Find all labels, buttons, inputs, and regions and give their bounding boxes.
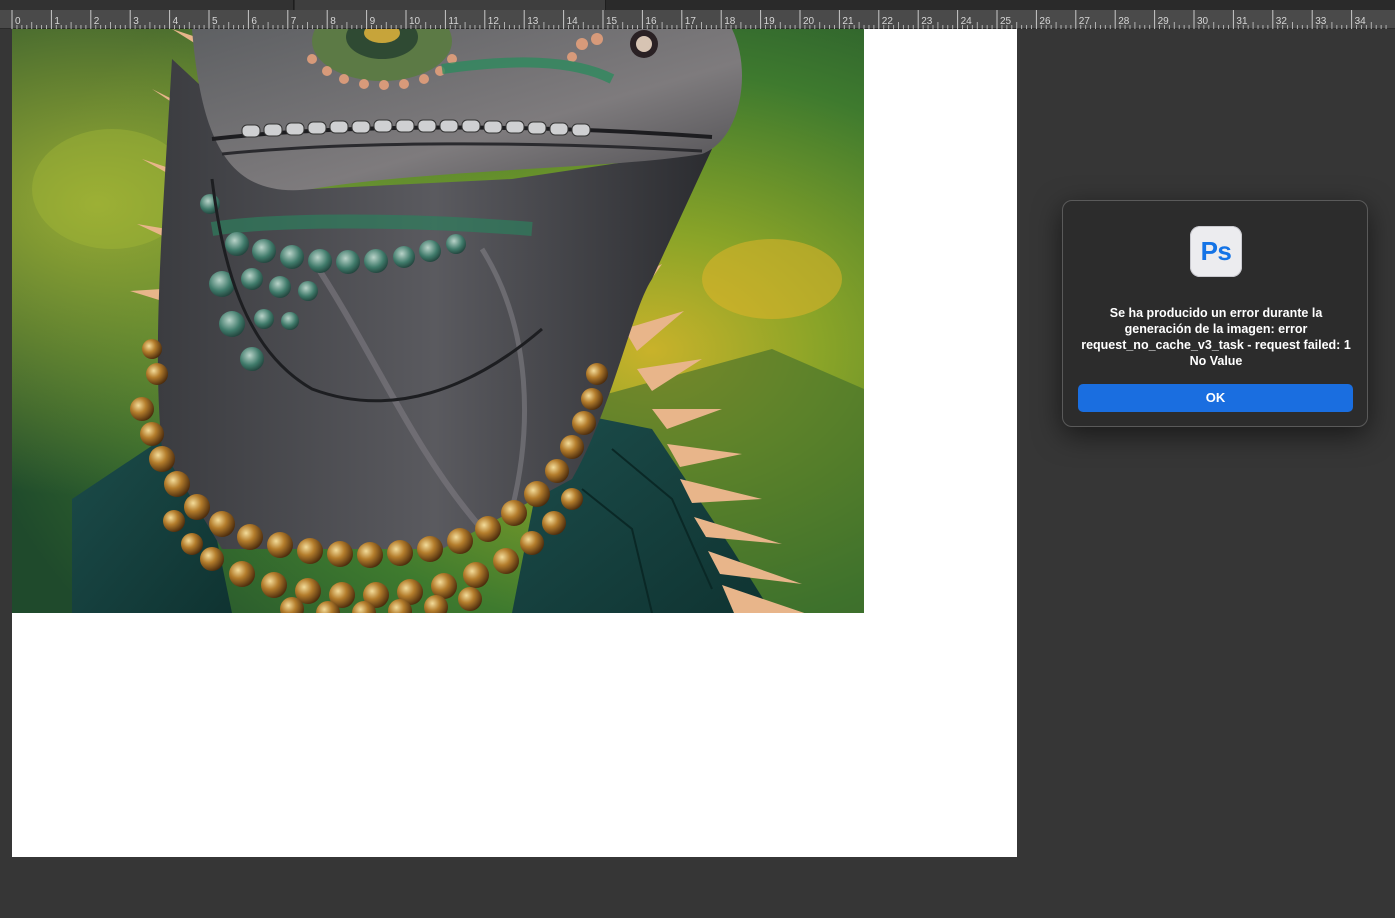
document-tab-active[interactable] bbox=[295, 0, 606, 10]
iguana-illustration bbox=[12, 29, 864, 613]
ruler-label: 29 bbox=[1158, 16, 1170, 27]
error-message: Se ha producido un error durante la gene… bbox=[1081, 306, 1351, 368]
ruler-label: 2 bbox=[94, 16, 100, 27]
horizontal-ruler[interactable]: 0 1 2 3 4 5 6 7 8 9 10 11 12 13 14 15 16 17 18 19 20 21 22 23 24… bbox=[0, 10, 1395, 29]
ruler-label: 16 bbox=[645, 16, 657, 27]
ruler-label: 6 bbox=[251, 16, 257, 27]
ruler-label: 5 bbox=[212, 16, 218, 27]
ok-button[interactable]: OK bbox=[1078, 384, 1353, 412]
ruler-label: 8 bbox=[330, 16, 336, 27]
ruler-label: 7 bbox=[291, 16, 297, 27]
ruler-label: 10 bbox=[409, 16, 421, 27]
ruler-label: 23 bbox=[921, 16, 933, 27]
ruler-label: 20 bbox=[803, 16, 815, 27]
ruler-label: 27 bbox=[1079, 16, 1091, 27]
photoshop-icon-label: Ps bbox=[1200, 236, 1232, 266]
document-tab-bar bbox=[0, 0, 1395, 10]
ruler-label: 4 bbox=[173, 16, 179, 27]
ruler-label: 19 bbox=[764, 16, 776, 27]
photoshop-app-icon: Ps bbox=[1190, 226, 1242, 277]
ruler-label: 26 bbox=[1039, 16, 1051, 27]
ruler-label: 24 bbox=[961, 16, 973, 27]
ruler-label: 18 bbox=[724, 16, 736, 27]
error-dialog: Ps Se ha producido un error durante la g… bbox=[1062, 200, 1368, 427]
iguana-photo bbox=[12, 29, 864, 613]
ruler-label: 0 bbox=[15, 16, 21, 27]
ruler-label: 28 bbox=[1118, 16, 1130, 27]
ruler-label: 33 bbox=[1315, 16, 1327, 27]
ruler-label: 31 bbox=[1236, 16, 1248, 27]
ruler-label: 3 bbox=[133, 16, 139, 27]
ruler-label: 32 bbox=[1276, 16, 1288, 27]
ruler-label: 14 bbox=[567, 16, 579, 27]
ruler-label: 11 bbox=[448, 16, 459, 27]
ruler-ticks: 0 1 2 3 4 5 6 7 8 9 10 11 12 13 14 15 16 17 18 19 20 21 22 23 24… bbox=[11, 10, 1387, 29]
ruler-label: 21 bbox=[842, 16, 854, 27]
ruler-label: 17 bbox=[685, 16, 697, 27]
ruler-label: 9 bbox=[370, 16, 376, 27]
ruler-label: 22 bbox=[882, 16, 894, 27]
ruler-label: 12 bbox=[488, 16, 500, 27]
ruler-label: 25 bbox=[1000, 16, 1012, 27]
ruler-label: 15 bbox=[606, 16, 618, 27]
ruler-label: 13 bbox=[527, 16, 539, 27]
document-canvas[interactable] bbox=[12, 29, 1017, 857]
ruler-label: 34 bbox=[1355, 16, 1367, 27]
document-tab-1[interactable] bbox=[0, 0, 294, 10]
ruler-label: 1 bbox=[54, 16, 60, 27]
ruler-label: 30 bbox=[1197, 16, 1209, 27]
